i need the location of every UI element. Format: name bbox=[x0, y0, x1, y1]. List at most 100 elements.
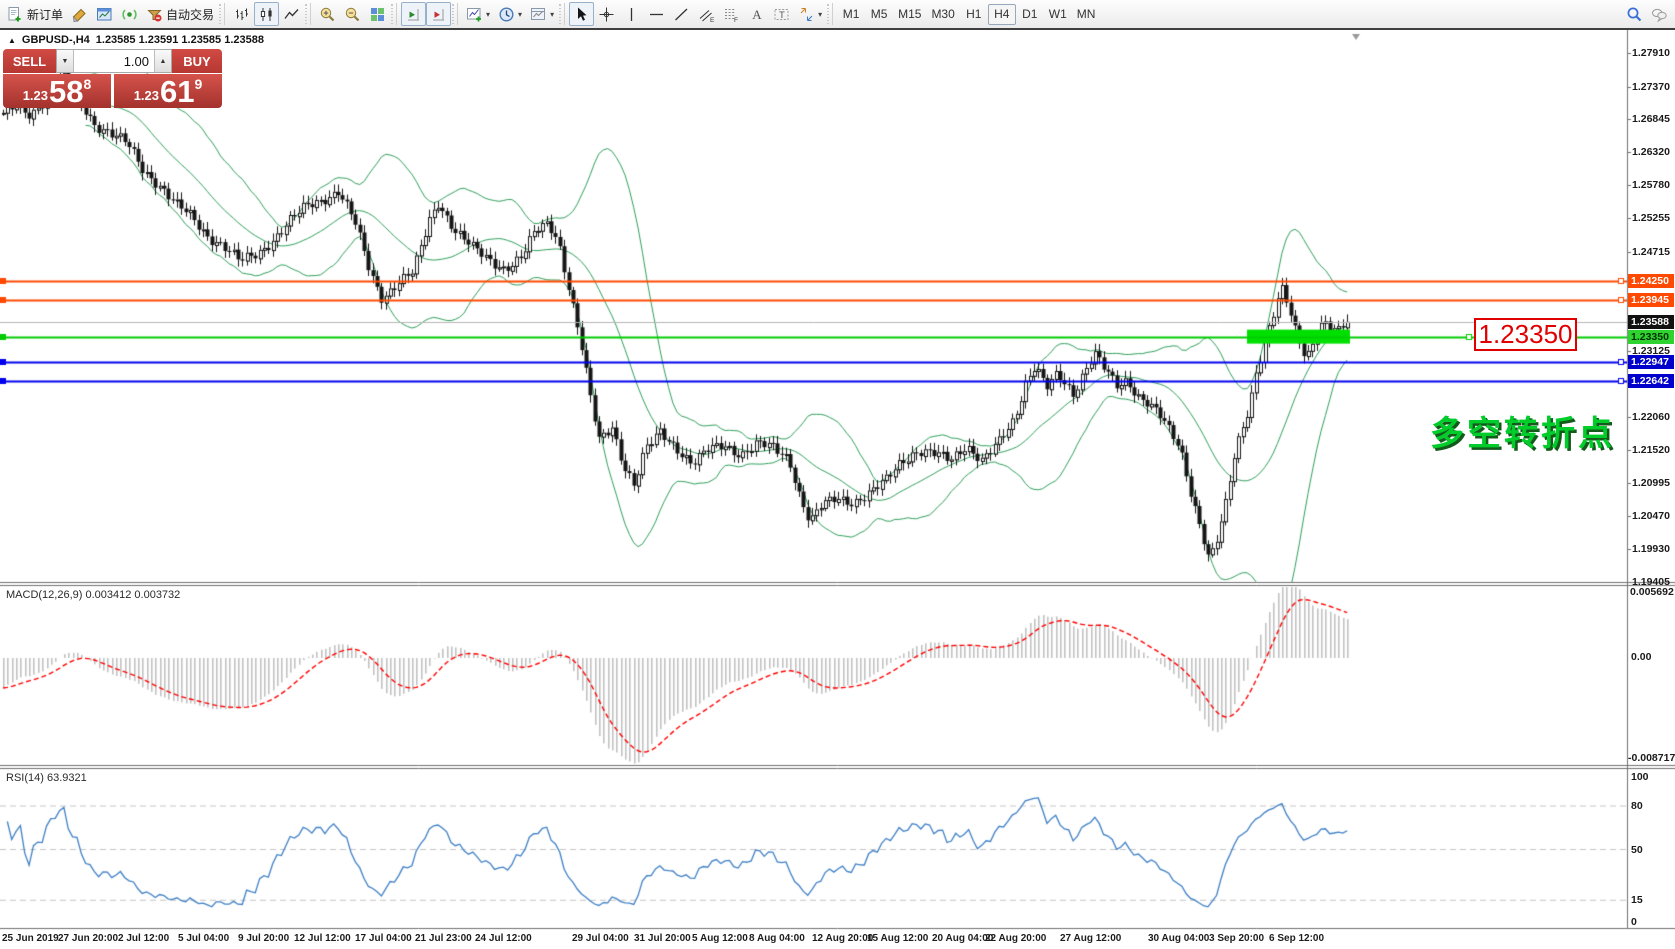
fibonacci-button[interactable]: F bbox=[719, 2, 744, 26]
rsi-indicator-label: RSI(14) 63.9321 bbox=[6, 772, 87, 784]
channel-button[interactable]: E bbox=[694, 2, 719, 26]
text-button[interactable]: A bbox=[744, 2, 769, 26]
chart-window: 1.279101.273701.268451.263201.257801.252… bbox=[0, 30, 1675, 949]
line-chart-button[interactable] bbox=[279, 2, 304, 26]
auto-trading-button-label: 自动交易 bbox=[166, 6, 214, 23]
periods-button[interactable]: ▾ bbox=[494, 2, 526, 26]
tf-d1[interactable]: D1 bbox=[1016, 4, 1044, 25]
indicators-icon bbox=[466, 6, 483, 23]
new-order-button[interactable]: 新订单 bbox=[3, 2, 67, 26]
buy-price-panel[interactable]: 1.23619 bbox=[114, 74, 222, 108]
zoom-in-button[interactable] bbox=[315, 2, 340, 26]
volume-decrease-button[interactable]: ▼ bbox=[57, 50, 74, 72]
volume-increase-button[interactable]: ▲ bbox=[154, 50, 171, 72]
tile-windows-button[interactable] bbox=[365, 2, 390, 26]
tf-m1-label: M1 bbox=[843, 7, 860, 21]
svg-text:T: T bbox=[779, 10, 785, 21]
toolbar-separator bbox=[558, 3, 565, 25]
volume-input[interactable]: 1.00 bbox=[74, 50, 154, 72]
indicators-button[interactable]: ▾ bbox=[462, 2, 494, 26]
crosshair-icon bbox=[598, 6, 615, 23]
vertical-line-icon bbox=[623, 6, 640, 23]
tf-m30[interactable]: M30 bbox=[926, 4, 959, 25]
trendline-button[interactable] bbox=[669, 2, 694, 26]
template-icon bbox=[530, 6, 547, 23]
line-chart-icon bbox=[283, 6, 300, 23]
zoom-out-button[interactable] bbox=[340, 2, 365, 26]
trendline-icon bbox=[673, 6, 690, 23]
dropdown-caret-icon: ▾ bbox=[818, 10, 822, 19]
candlestick-icon bbox=[258, 6, 275, 23]
crosshair-button[interactable] bbox=[594, 2, 619, 26]
price-alert-box[interactable]: 1.23350 bbox=[1474, 318, 1577, 351]
macd-indicator-label: MACD(12,26,9) 0.003412 0.003732 bbox=[6, 589, 180, 601]
vertical-line-button[interactable] bbox=[619, 2, 644, 26]
bid-big-digits: 58 bbox=[49, 78, 83, 105]
clock-icon bbox=[498, 6, 515, 23]
toolbar-separator bbox=[390, 3, 397, 25]
tf-m15[interactable]: M15 bbox=[893, 4, 926, 25]
turning-point-annotation: 多空转折点 bbox=[1430, 406, 1615, 455]
volume-stepper: ▼ 1.00 ▲ bbox=[56, 49, 172, 73]
page-plus-icon bbox=[7, 6, 24, 23]
search-icon bbox=[1626, 6, 1643, 23]
market-watch-button[interactable] bbox=[92, 2, 117, 26]
bar-chart-button[interactable] bbox=[229, 2, 254, 26]
toolbar-separator bbox=[218, 3, 225, 25]
autotrade-icon bbox=[146, 6, 163, 23]
chat-button[interactable] bbox=[1647, 2, 1672, 26]
candlestick-button[interactable] bbox=[254, 2, 279, 26]
ask-pip-digit: 9 bbox=[195, 76, 203, 92]
brush-icon bbox=[71, 6, 88, 23]
svg-text:F: F bbox=[734, 17, 738, 23]
sell-button[interactable]: SELL bbox=[3, 49, 56, 73]
arrows-icon bbox=[798, 6, 815, 23]
bar-chart-icon bbox=[233, 6, 250, 23]
fibonacci-icon: F bbox=[723, 6, 740, 23]
signal-icon bbox=[121, 6, 138, 23]
text-icon: A bbox=[748, 6, 765, 23]
signals-button[interactable] bbox=[117, 2, 142, 26]
tf-d1-label: D1 bbox=[1022, 7, 1037, 21]
chart-shift-button[interactable] bbox=[426, 2, 451, 26]
cursor-button[interactable] bbox=[569, 2, 594, 26]
auto-scroll-button[interactable] bbox=[401, 2, 426, 26]
horizontal-line-icon bbox=[648, 6, 665, 23]
tf-mn[interactable]: MN bbox=[1072, 4, 1101, 25]
chat-icon bbox=[1651, 6, 1668, 23]
buy-button[interactable]: BUY bbox=[172, 49, 222, 73]
cursor-icon bbox=[573, 6, 590, 23]
collapse-panel-icon[interactable]: ▲ bbox=[8, 36, 16, 45]
tf-h1-label: H1 bbox=[966, 7, 981, 21]
toolbar: 新订单自动交易▾▾▾EFAT▾M1M5M15M30H1H4D1W1MN bbox=[0, 0, 1675, 30]
tf-m30-label: M30 bbox=[931, 7, 954, 21]
auto-trading-button[interactable]: 自动交易 bbox=[142, 2, 218, 26]
templates-button[interactable]: ▾ bbox=[526, 2, 558, 26]
chart-shift-icon bbox=[430, 6, 447, 23]
text-label-icon: T bbox=[773, 6, 790, 23]
ohlc-values: 1.23585 1.23591 1.23585 1.23588 bbox=[96, 34, 264, 46]
main-chart-canvas[interactable] bbox=[0, 30, 1675, 949]
sell-price-panel[interactable]: 1.23588 bbox=[3, 74, 111, 108]
tf-h1[interactable]: H1 bbox=[960, 4, 988, 25]
symbol-info: ▲ GBPUSD-,H4 1.23585 1.23591 1.23585 1.2… bbox=[8, 34, 264, 46]
channel-icon: E bbox=[698, 6, 715, 23]
toolbar-separator bbox=[451, 3, 458, 25]
ask-prefix: 1.23 bbox=[134, 88, 159, 103]
tile-windows-icon bbox=[369, 6, 386, 23]
tf-w1[interactable]: W1 bbox=[1044, 4, 1072, 25]
bid-prefix: 1.23 bbox=[23, 88, 48, 103]
tf-m5[interactable]: M5 bbox=[865, 4, 893, 25]
tf-m1[interactable]: M1 bbox=[837, 4, 865, 25]
text-label-button[interactable]: T bbox=[769, 2, 794, 26]
one-click-trading-panel: SELL ▼ 1.00 ▲ BUY 1.23588 1.23619 bbox=[3, 49, 222, 108]
toolbar-separator bbox=[304, 3, 311, 25]
new-order-button-label: 新订单 bbox=[27, 6, 63, 23]
svg-text:A: A bbox=[752, 7, 762, 22]
arrows-button[interactable]: ▾ bbox=[794, 2, 826, 26]
tf-h4[interactable]: H4 bbox=[988, 4, 1016, 25]
tf-w1-label: W1 bbox=[1049, 7, 1067, 21]
horizontal-line-button[interactable] bbox=[644, 2, 669, 26]
search-button[interactable] bbox=[1622, 2, 1647, 26]
styler-button[interactable] bbox=[67, 2, 92, 26]
